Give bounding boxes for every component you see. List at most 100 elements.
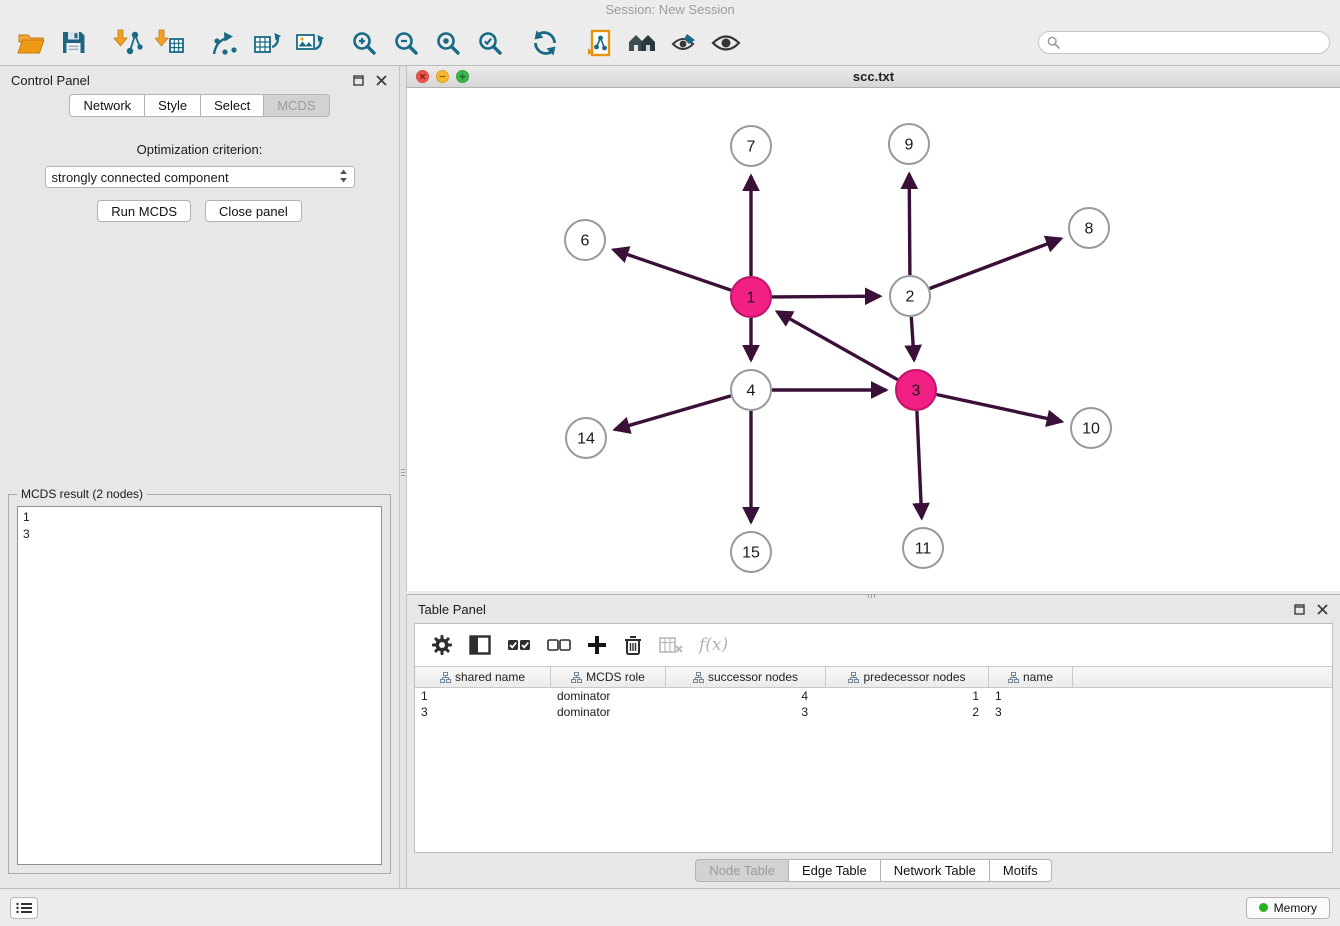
column-header-shared-name[interactable]: shared name bbox=[415, 667, 551, 687]
close-panel-icon[interactable] bbox=[1315, 602, 1329, 616]
column-header-label: predecessor nodes bbox=[863, 670, 965, 684]
close-window-icon[interactable] bbox=[416, 70, 429, 83]
graph-node-11[interactable]: 11 bbox=[903, 528, 943, 568]
new-network-icon[interactable] bbox=[204, 24, 246, 62]
graph-node-1[interactable]: 1 bbox=[731, 277, 771, 317]
table-row[interactable]: 3dominator323 bbox=[415, 704, 1332, 720]
minimize-window-icon[interactable] bbox=[436, 70, 449, 83]
tab-motifs[interactable]: Motifs bbox=[990, 859, 1052, 882]
graph-node-6[interactable]: 6 bbox=[565, 220, 605, 260]
import-table-from-file-icon[interactable] bbox=[149, 24, 191, 62]
edge-2-to-3[interactable] bbox=[911, 317, 914, 360]
main-toolbar bbox=[0, 20, 1340, 66]
edge-3-to-1[interactable] bbox=[777, 312, 898, 380]
maximize-window-icon[interactable] bbox=[456, 70, 469, 83]
tab-select[interactable]: Select bbox=[201, 94, 264, 117]
memory-button[interactable]: Memory bbox=[1246, 897, 1330, 919]
zoom-fit-icon[interactable] bbox=[427, 24, 469, 62]
refresh-icon[interactable] bbox=[524, 24, 566, 62]
deselect-all-icon[interactable] bbox=[547, 637, 571, 653]
svg-text:3: 3 bbox=[912, 383, 921, 400]
tab-mcds[interactable]: MCDS bbox=[264, 94, 329, 117]
network-from-selection-icon[interactable] bbox=[579, 24, 621, 62]
graphics-details-icon[interactable] bbox=[663, 24, 705, 62]
tab-style[interactable]: Style bbox=[145, 94, 201, 117]
add-column-icon[interactable] bbox=[587, 635, 607, 655]
column-header-label: successor nodes bbox=[708, 670, 798, 684]
graph-node-9[interactable]: 9 bbox=[889, 124, 929, 164]
search-icon bbox=[1047, 36, 1060, 49]
search-input[interactable] bbox=[1065, 35, 1321, 51]
table-cell: dominator bbox=[551, 689, 666, 703]
graph-node-4[interactable]: 4 bbox=[731, 370, 771, 410]
delete-table-icon[interactable] bbox=[659, 636, 683, 654]
column-header-successor-nodes[interactable]: successor nodes bbox=[666, 667, 826, 687]
edge-4-to-14[interactable] bbox=[615, 396, 731, 430]
task-history-icon[interactable] bbox=[10, 897, 38, 919]
mcds-result-text[interactable]: 1 3 bbox=[17, 506, 382, 865]
toolbar-separator bbox=[330, 28, 343, 58]
column-header-name[interactable]: name bbox=[989, 667, 1073, 687]
graph-node-3[interactable]: 3 bbox=[896, 370, 936, 410]
open-file-icon[interactable] bbox=[10, 24, 52, 62]
new-table-icon[interactable] bbox=[246, 24, 288, 62]
save-session-icon[interactable] bbox=[52, 24, 94, 62]
toolbar-search[interactable] bbox=[1038, 31, 1330, 54]
edge-1-to-6[interactable] bbox=[613, 250, 731, 291]
import-network-from-file-icon[interactable] bbox=[107, 24, 149, 62]
column-header-label: MCDS role bbox=[586, 670, 645, 684]
column-header-predecessor-nodes[interactable]: predecessor nodes bbox=[826, 667, 989, 687]
close-panel-button[interactable]: Close panel bbox=[205, 200, 302, 222]
svg-text:2: 2 bbox=[906, 289, 915, 306]
export-image-icon[interactable] bbox=[288, 24, 330, 62]
edge-3-to-10[interactable] bbox=[937, 395, 1062, 422]
select-all-icon[interactable] bbox=[507, 637, 531, 653]
tab-edge-table[interactable]: Edge Table bbox=[789, 859, 881, 882]
float-panel-icon[interactable] bbox=[1292, 602, 1306, 616]
tab-network-table[interactable]: Network Table bbox=[881, 859, 990, 882]
run-mcds-button[interactable]: Run MCDS bbox=[97, 200, 191, 222]
table-row[interactable]: 1dominator411 bbox=[415, 688, 1332, 704]
zoom-in-icon[interactable] bbox=[343, 24, 385, 62]
function-builder-icon[interactable]: f(x) bbox=[699, 635, 728, 655]
table-cell: 4 bbox=[666, 689, 826, 703]
toolbar-separator bbox=[511, 28, 524, 58]
network-window-titlebar[interactable]: scc.txt bbox=[407, 66, 1340, 88]
splitter-grip[interactable] bbox=[863, 593, 879, 598]
graph-node-2[interactable]: 2 bbox=[890, 276, 930, 316]
zoom-selected-icon[interactable] bbox=[469, 24, 511, 62]
graph-node-7[interactable]: 7 bbox=[731, 126, 771, 166]
tab-node-table[interactable]: Node Table bbox=[695, 859, 789, 882]
network-canvas[interactable]: 7 9 6 8 1 2 4 3 14 10 15 11 bbox=[407, 88, 1340, 591]
table-cell: 1 bbox=[826, 689, 989, 703]
edge-1-to-2[interactable] bbox=[772, 296, 880, 297]
dropdown-selected-value: strongly connected component bbox=[52, 170, 229, 185]
fx-label: f(x) bbox=[699, 635, 728, 655]
graph-node-10[interactable]: 10 bbox=[1071, 408, 1111, 448]
optimization-criterion-dropdown[interactable]: strongly connected component bbox=[45, 166, 355, 188]
delete-column-icon[interactable] bbox=[623, 634, 643, 656]
network-graph[interactable]: 7 9 6 8 1 2 4 3 14 10 15 11 bbox=[407, 88, 1340, 591]
column-header-MCDS-role[interactable]: MCDS role bbox=[551, 667, 666, 687]
column-view-icon[interactable] bbox=[469, 635, 491, 655]
zoom-out-icon[interactable] bbox=[385, 24, 427, 62]
svg-text:11: 11 bbox=[915, 541, 932, 558]
control-panel-title: Control Panel bbox=[11, 73, 90, 88]
show-hide-icon[interactable] bbox=[705, 24, 747, 62]
edge-2-to-9[interactable] bbox=[909, 174, 910, 275]
edge-3-to-11[interactable] bbox=[917, 411, 922, 518]
toolbar-separator bbox=[94, 28, 107, 58]
tab-network[interactable]: Network bbox=[69, 94, 145, 117]
close-panel-icon[interactable] bbox=[374, 73, 388, 87]
edge-2-to-8[interactable] bbox=[930, 239, 1061, 289]
table-panel-header: Table Panel bbox=[407, 595, 1340, 623]
graph-node-14[interactable]: 14 bbox=[566, 418, 606, 458]
mcds-result-title: MCDS result (2 nodes) bbox=[17, 487, 147, 501]
svg-text:4: 4 bbox=[747, 383, 756, 400]
first-neighbors-icon[interactable] bbox=[621, 24, 663, 62]
column-header-label: name bbox=[1023, 670, 1053, 684]
gear-icon[interactable] bbox=[431, 634, 453, 656]
graph-node-8[interactable]: 8 bbox=[1069, 208, 1109, 248]
float-panel-icon[interactable] bbox=[351, 73, 365, 87]
graph-node-15[interactable]: 15 bbox=[731, 532, 771, 572]
